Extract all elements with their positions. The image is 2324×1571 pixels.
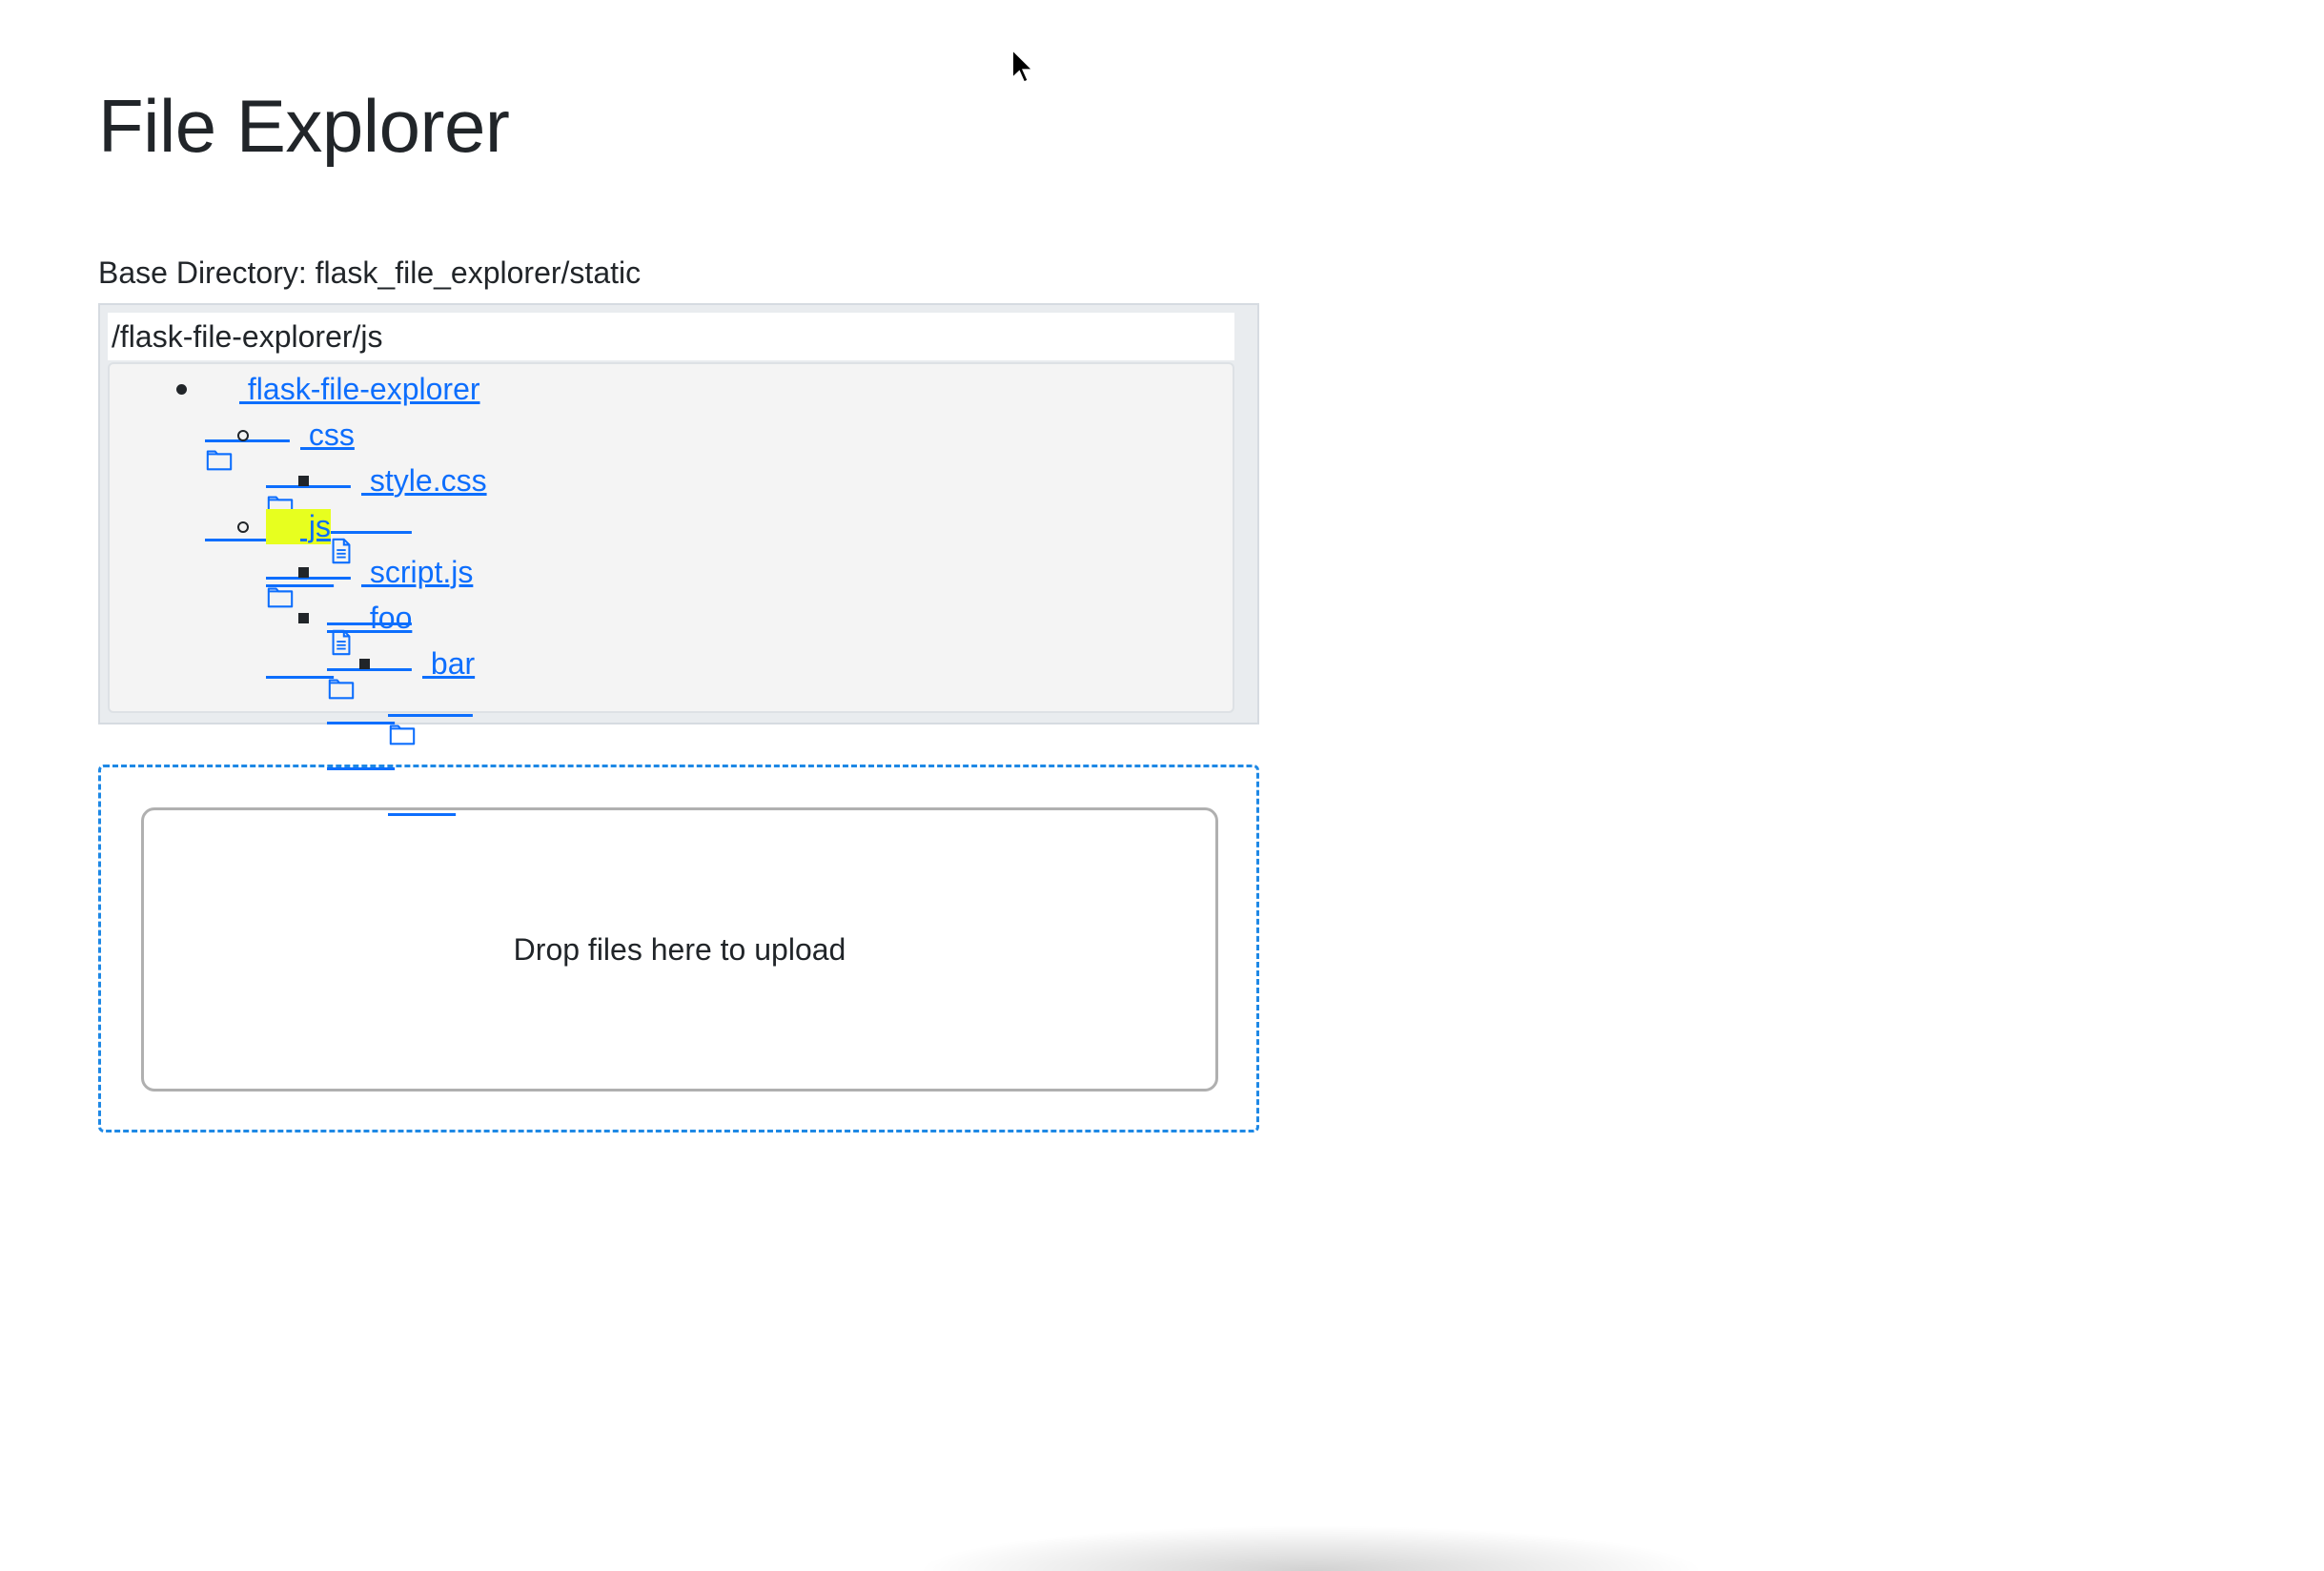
tree-node-js: js	[237, 503, 331, 608]
tree-link-foo[interactable]: foo	[327, 600, 413, 700]
tree-node-bar: bar	[359, 641, 476, 745]
folder-icon	[266, 420, 295, 517]
list-bullet	[298, 476, 309, 486]
tree-label: foo	[361, 600, 413, 635]
tree-link-js[interactable]: js	[266, 508, 331, 608]
list-bullet	[237, 521, 249, 533]
file-icon	[327, 466, 356, 564]
tree-link-script-js[interactable]: script.js	[327, 554, 474, 656]
tree-node-style-css: style.css	[298, 458, 487, 564]
page-title: File Explorer	[98, 84, 510, 168]
upload-dropzone[interactable]: Drop files here to upload	[98, 765, 1259, 1132]
tree-link-css[interactable]: css	[266, 417, 355, 517]
list-bullet	[237, 430, 249, 441]
tree-label: script.js	[361, 554, 474, 589]
tree-label: style.css	[361, 462, 487, 498]
tree-label: bar	[422, 645, 476, 681]
upload-prompt: Drop files here to upload	[513, 931, 846, 967]
folder-icon	[266, 512, 295, 608]
tree-node-css: css	[237, 412, 355, 517]
file-icon	[327, 558, 356, 656]
tree-node-flask-file-explorer: flask-file-explorer	[176, 366, 480, 471]
folder-icon	[388, 649, 417, 745]
file-tree: flask-file-explorer css style.css js scr…	[108, 362, 1234, 745]
mouse-pointer-icon	[1010, 47, 1036, 84]
list-bullet	[359, 659, 370, 669]
tree-label: css	[300, 417, 355, 452]
file-explorer-panel: /flask-file-explorer/js flask-file-explo…	[98, 303, 1259, 745]
list-bullet	[176, 384, 187, 395]
base-directory-label: Base Directory: flask_file_explorer/stat…	[98, 255, 642, 290]
tree-link-bar[interactable]: bar	[388, 645, 476, 745]
tree-label: js	[300, 508, 331, 543]
upload-drop-area[interactable]: Drop files here to upload	[141, 807, 1218, 1092]
current-path: /flask-file-explorer/js	[108, 313, 1234, 360]
list-bullet	[298, 567, 309, 578]
folder-icon	[205, 375, 234, 471]
tree-node-foo: foo	[298, 595, 413, 700]
tree-link-flask-file-explorer[interactable]: flask-file-explorer	[205, 371, 480, 471]
folder-icon	[327, 603, 356, 700]
window-shadow	[915, 1525, 1706, 1571]
tree-link-style-css[interactable]: style.css	[327, 462, 487, 564]
tree-node-script-js: script.js	[298, 549, 474, 656]
tree-label: flask-file-explorer	[239, 371, 480, 406]
list-bullet	[298, 613, 309, 623]
